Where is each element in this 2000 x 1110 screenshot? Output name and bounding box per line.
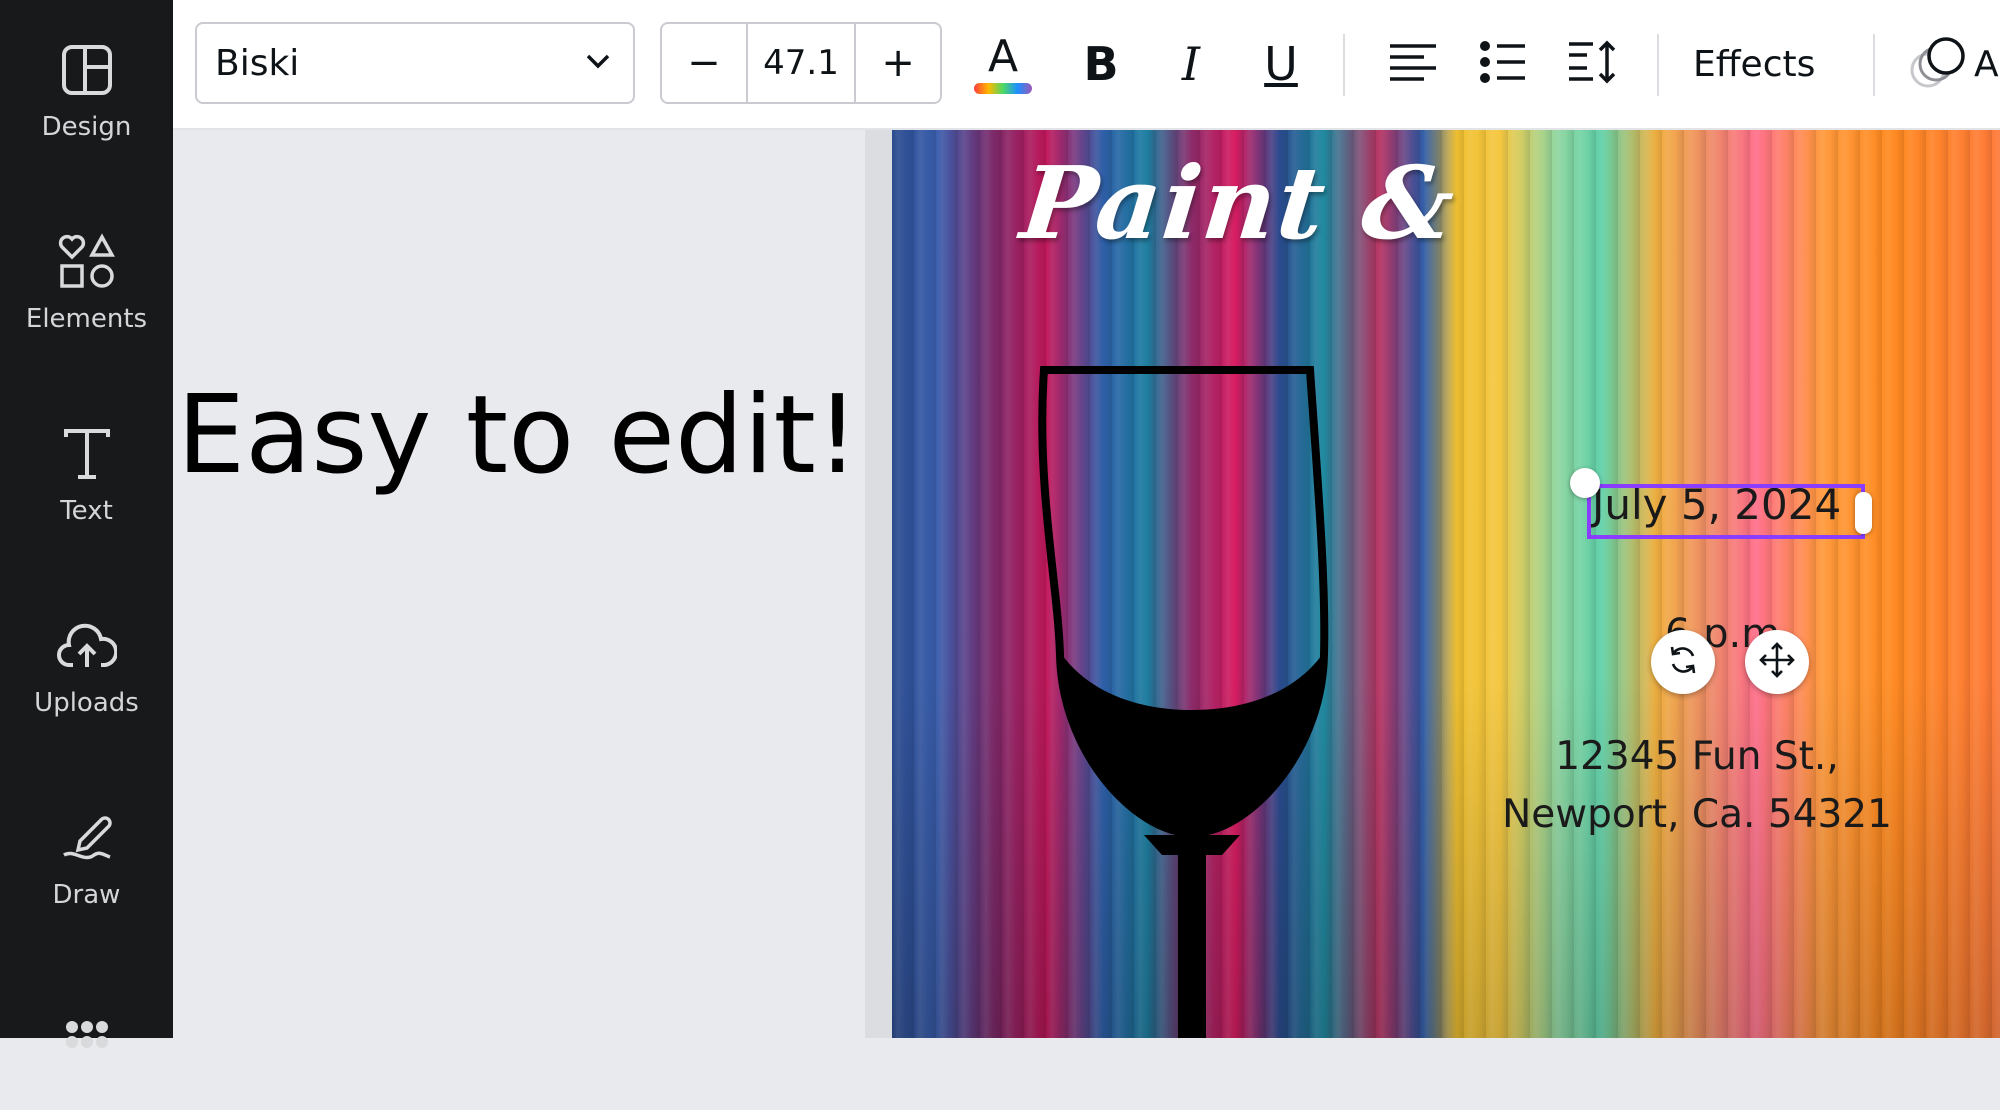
italic-icon: I xyxy=(1181,37,1201,91)
text-color-button[interactable]: A xyxy=(970,24,1036,104)
layout-icon xyxy=(57,40,117,100)
text-align-button[interactable] xyxy=(1383,24,1443,104)
chevron-down-icon xyxy=(585,53,611,74)
selection-box xyxy=(1587,484,1865,539)
canvas-workspace: Easy to edit! xyxy=(173,130,865,1038)
font-family-dropdown[interactable]: Biski xyxy=(195,22,635,104)
list-button[interactable] xyxy=(1473,24,1533,104)
move-icon xyxy=(1758,641,1796,684)
sidebar-item-label: Uploads xyxy=(34,688,139,718)
line-spacing-icon xyxy=(1567,39,1619,90)
wine-glass-graphic[interactable] xyxy=(1022,365,1362,1038)
resize-handle-top-left[interactable] xyxy=(1570,468,1600,498)
underline-icon: U xyxy=(1264,37,1298,91)
italic-button[interactable]: I xyxy=(1163,24,1219,104)
animate-icon xyxy=(1908,34,1970,95)
design-title-text[interactable]: Paint & xyxy=(1016,144,1462,262)
text-icon xyxy=(57,424,117,484)
sidebar-item-label: Elements xyxy=(25,304,148,334)
bullet-list-icon xyxy=(1479,40,1527,89)
design-page[interactable]: Paint & July 5, 2024 6 p.m. 12345 Fun St… xyxy=(892,130,2000,1038)
draw-icon xyxy=(57,808,117,868)
align-left-icon xyxy=(1388,42,1438,87)
effects-button[interactable]: Effects xyxy=(1693,24,1815,104)
sidebar-item-draw[interactable]: Draw xyxy=(0,768,173,918)
sidebar-item-label: Text xyxy=(60,496,113,526)
increase-font-size-button[interactable]: + xyxy=(856,24,940,102)
sidebar-item-label: Design xyxy=(41,112,132,142)
rotate-button[interactable] xyxy=(1651,630,1715,694)
cloud-upload-icon xyxy=(56,616,117,676)
underline-button[interactable]: U xyxy=(1253,24,1309,104)
font-size-stepper: − 47.1 + xyxy=(660,22,942,104)
resize-handle-right[interactable] xyxy=(1855,492,1872,534)
left-sidebar: Design Elements Text Uploads Draw xyxy=(0,0,173,1048)
decrease-font-size-button[interactable]: − xyxy=(662,24,746,102)
move-button[interactable] xyxy=(1745,630,1809,694)
address-line-1: 12345 Fun St., xyxy=(1555,734,1839,779)
color-rainbow-bar xyxy=(974,82,1032,94)
address-line-2: Newport, Ca. 54321 xyxy=(1502,792,1892,837)
bold-button[interactable]: B xyxy=(1073,24,1129,104)
sidebar-item-elements[interactable]: Elements xyxy=(0,192,173,342)
page-gutter xyxy=(865,130,892,1038)
animate-button[interactable]: A xyxy=(1908,24,2000,104)
apps-icon xyxy=(57,1012,117,1072)
font-family-value: Biski xyxy=(215,42,300,84)
rotate-icon xyxy=(1665,642,1701,683)
shapes-icon xyxy=(57,232,117,292)
font-size-input[interactable]: 47.1 xyxy=(745,24,857,102)
toolbar-divider xyxy=(1657,34,1659,96)
text-toolbar: Biski − 47.1 + A B I U Effects A xyxy=(173,0,2000,130)
sidebar-item-label: Draw xyxy=(52,880,121,910)
toolbar-divider xyxy=(1343,34,1345,96)
spacing-button[interactable] xyxy=(1563,24,1623,104)
sidebar-item-uploads[interactable]: Uploads xyxy=(0,576,173,726)
toolbar-divider xyxy=(1873,34,1875,96)
sidebar-item-apps[interactable] xyxy=(0,960,173,1110)
sidebar-item-design[interactable]: Design xyxy=(0,0,173,150)
text-color-glyph: A xyxy=(987,30,1019,82)
event-address-text[interactable]: 12345 Fun St., Newport, Ca. 54321 xyxy=(1502,728,1892,844)
bold-icon: B xyxy=(1083,37,1119,91)
animate-label: A xyxy=(1974,43,1999,85)
hint-text: Easy to edit! xyxy=(176,373,860,498)
